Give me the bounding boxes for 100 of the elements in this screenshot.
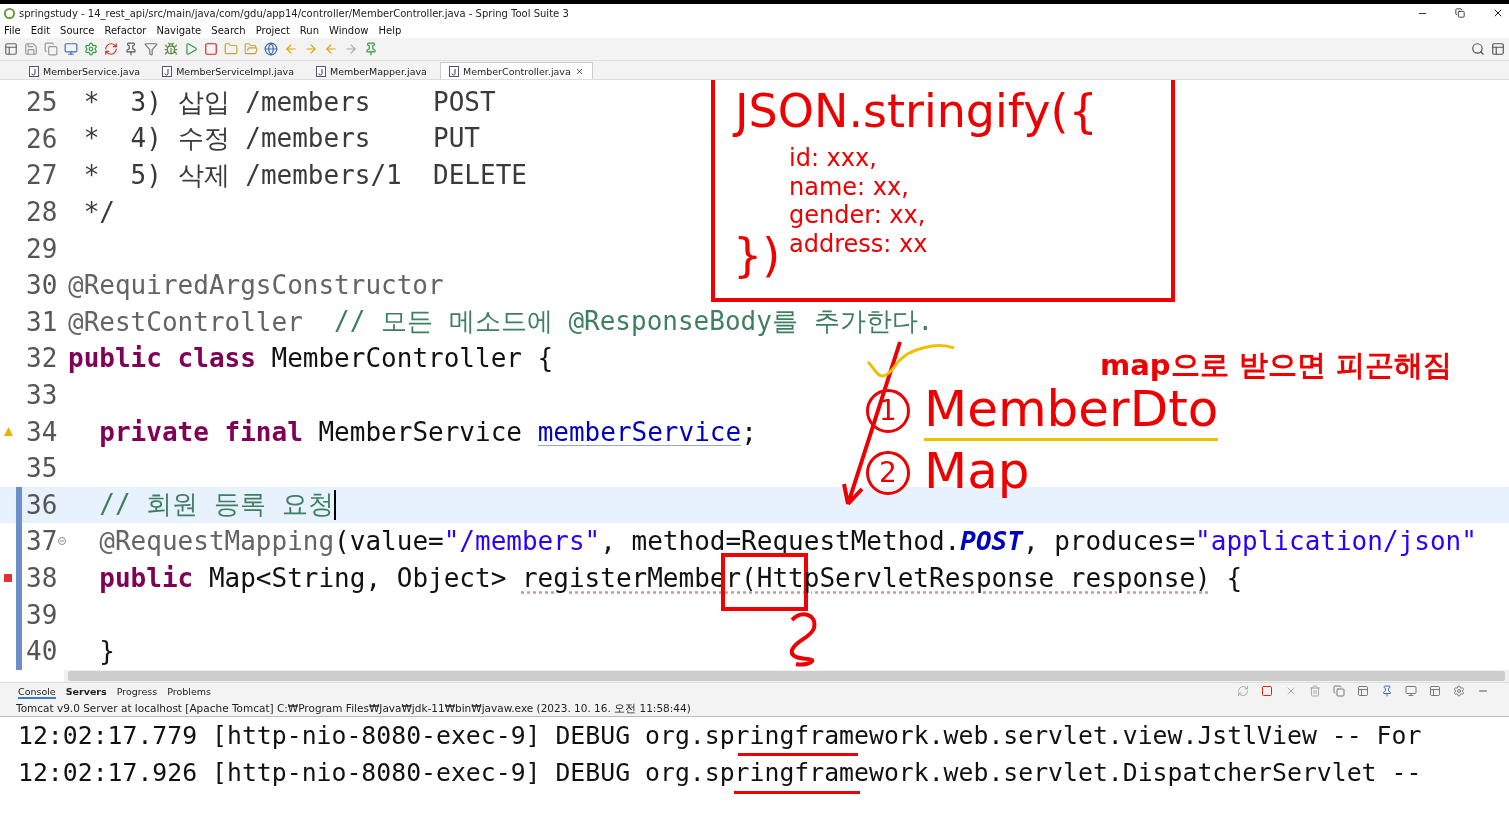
code-text: public class: [68, 343, 256, 374]
circled-number: 2: [866, 450, 910, 495]
gear-icon[interactable]: [1453, 685, 1467, 699]
close-icon[interactable]: [574, 66, 584, 76]
annotation-text: gender: xx,: [789, 201, 927, 230]
menu-item[interactable]: Edit: [30, 24, 57, 36]
open-folder-icon[interactable]: [244, 42, 258, 56]
java-file-icon: [315, 65, 326, 77]
menu-item[interactable]: Navigate: [156, 24, 208, 36]
pin-icon[interactable]: [124, 42, 138, 56]
bug-icon[interactable]: [164, 42, 178, 56]
line-number: 30: [25, 270, 58, 301]
copy-icon[interactable]: [44, 42, 58, 56]
line-number: 26: [25, 123, 58, 154]
line-number: 35: [25, 453, 58, 484]
close-icon[interactable]: [1492, 7, 1504, 19]
line-number: 37: [25, 526, 58, 557]
forward-icon[interactable]: [304, 42, 318, 56]
line-number: 39: [25, 599, 58, 630]
app-logo-icon: [4, 7, 15, 19]
window-title: springstudy - 14_rest_api/src/main/java/com/gdu/app14/controller/MemberController.java - Spring Tool Suite 3: [19, 7, 570, 19]
editor-tab[interactable]: MemberService.java: [20, 62, 150, 79]
code-text: }: [98, 636, 115, 667]
annotation-text: id: xxx,: [789, 144, 878, 173]
menu-item[interactable]: Run: [299, 24, 326, 36]
line-number: 27: [25, 160, 58, 191]
handwritten-text: Map: [924, 442, 1030, 502]
code-text: POST: [960, 526, 1023, 557]
menu-item[interactable]: Project: [255, 24, 296, 36]
code-text: @RestController: [68, 306, 303, 337]
globe-icon[interactable]: [264, 42, 278, 56]
editor-tab[interactable]: MemberController.java: [439, 62, 593, 79]
fold-icon[interactable]: [58, 537, 66, 546]
view-tab[interactable]: Progress: [116, 685, 158, 699]
forward-icon[interactable]: [344, 42, 358, 56]
search-icon[interactable]: [1471, 42, 1485, 56]
console-line: 12:02:17.779 [http-nio-8080-exec-9] DEBUG org.springframework.web.servlet.view.JstlView -- For: [18, 721, 1423, 751]
java-file-icon: [162, 65, 173, 77]
code-text: "/members": [443, 526, 601, 557]
menu-item[interactable]: Search: [211, 24, 252, 36]
code-text: // 모든 메소드에 @ResponseBody를 추가한다.: [333, 305, 934, 339]
menu-item[interactable]: Help: [378, 24, 408, 36]
line-number: 33: [25, 380, 58, 411]
menu-item[interactable]: Source: [60, 24, 101, 36]
code-text: @RequiredArgsConstructor: [68, 270, 444, 301]
clear-icon[interactable]: [1309, 685, 1323, 699]
save-icon[interactable]: [24, 42, 38, 56]
code-text: MemberService: [317, 416, 523, 447]
line-number: 29: [25, 233, 58, 264]
line-number: 31: [25, 306, 58, 337]
line-number: 32: [25, 343, 58, 374]
monitor-icon[interactable]: [64, 42, 78, 56]
console-info: Tomcat v9.0 Server at localhost [Apache Tomcat] C:₩Program Files₩Java₩jdk-11₩bin₩javaw.exe (2023. 10. 16. 오전 11:58:44): [0, 701, 1509, 717]
monitor-icon[interactable]: [1405, 685, 1419, 699]
pin-icon[interactable]: [364, 42, 378, 56]
line-number: 28: [25, 197, 58, 228]
view-tab[interactable]: Console: [18, 685, 56, 699]
circled-number: 1: [866, 388, 910, 433]
play-icon[interactable]: [184, 42, 198, 56]
code-text: "application/json": [1195, 526, 1477, 557]
stop-icon[interactable]: [1261, 685, 1275, 699]
gear-icon[interactable]: [84, 42, 98, 56]
annotation-text: name: xx,: [789, 172, 910, 201]
folder-icon[interactable]: [224, 42, 238, 56]
horizontal-scrollbar[interactable]: [64, 669, 1509, 682]
java-file-icon: [29, 65, 39, 77]
new-window-icon[interactable]: [1429, 685, 1443, 699]
new-window-icon[interactable]: [4, 42, 18, 56]
code-text: {: [1225, 563, 1243, 593]
code-text: // 회원 등록 요청: [98, 488, 334, 522]
view-tab[interactable]: Servers: [65, 685, 107, 699]
stop-icon[interactable]: [204, 42, 218, 56]
code-text: * 4) 수정 /members PUT: [82, 122, 481, 156]
copy-icon[interactable]: [1333, 685, 1347, 699]
code-text: (value=: [334, 526, 444, 557]
line-number: 34: [25, 416, 58, 447]
code-text: public: [98, 563, 194, 593]
code-text: * 5) 삭제 /members/1 DELETE: [82, 159, 527, 192]
code-text: @RequestMapping: [98, 526, 335, 557]
filter-icon[interactable]: [144, 42, 158, 56]
code-text: */: [82, 197, 115, 228]
menu-item[interactable]: Window: [329, 24, 375, 36]
layout-icon[interactable]: [1357, 685, 1371, 699]
perspective-icon[interactable]: [1491, 42, 1505, 56]
handwritten-text: MemberDto: [924, 380, 1219, 441]
text-cursor: [333, 489, 336, 520]
code-text: Map<String, Object>: [207, 563, 508, 593]
restore-icon[interactable]: [1455, 8, 1465, 18]
editor-tab[interactable]: MemberServiceImpl.java: [153, 62, 303, 79]
code-text: ;: [741, 416, 757, 447]
back-icon[interactable]: [284, 42, 298, 56]
refresh-icon[interactable]: [1237, 685, 1251, 699]
back-icon[interactable]: [324, 42, 338, 56]
refresh-icon[interactable]: [104, 42, 118, 56]
java-file-icon: [448, 65, 459, 77]
view-tab[interactable]: Problems: [167, 685, 211, 699]
menu-item[interactable]: Refactor: [104, 24, 153, 36]
editor-tab[interactable]: MemberMapper.java: [306, 62, 436, 79]
menu-item[interactable]: File: [4, 24, 27, 36]
annotation-text: }): [733, 228, 781, 282]
